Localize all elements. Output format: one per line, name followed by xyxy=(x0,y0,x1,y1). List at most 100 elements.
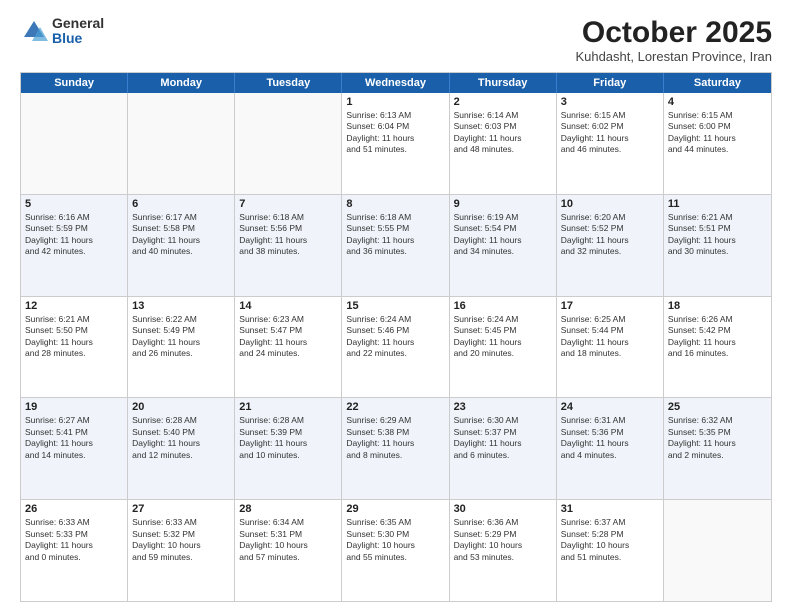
day-cell-12: 12 Sunrise: 6:21 AMSunset: 5:50 PMDayligh… xyxy=(21,297,128,398)
day-number-15: 15 xyxy=(346,300,444,312)
logo-blue-label: Blue xyxy=(52,31,104,46)
day-cell-5: 5Sunrise: 6:16 AMSunset: 5:59 PMDaylight… xyxy=(21,195,128,296)
logo-text: General Blue xyxy=(52,16,104,47)
day-info-21: Sunrise: 6:28 AMSunset: 5:39 PMDaylight:… xyxy=(239,415,337,461)
empty-cell-w0-d2 xyxy=(235,93,342,194)
day-info-10: Sunrise: 6:20 AMSunset: 5:52 PMDaylight:… xyxy=(561,212,659,258)
day-cell-3: 3Sunrise: 6:15 AMSunset: 6:02 PMDaylight… xyxy=(557,93,664,194)
day-number-9: 9 xyxy=(454,198,552,210)
day-number-29: 29 xyxy=(346,503,444,515)
day-cell-18: 18 Sunrise: 6:26 AMSunset: 5:42 PMDayligh… xyxy=(664,297,771,398)
day-info-27: Sunrise: 6:33 AMSunset: 5:32 PMDaylight:… xyxy=(132,517,230,563)
day-cell-20: 20 Sunrise: 6:28 AMSunset: 5:40 PMDayligh… xyxy=(128,398,235,499)
day-number-18: 18 xyxy=(668,300,767,312)
day-cell-10: 10Sunrise: 6:20 AMSunset: 5:52 PMDayligh… xyxy=(557,195,664,296)
day-number-16: 16 xyxy=(454,300,552,312)
logo: General Blue xyxy=(20,16,104,47)
title-block: October 2025 Kuhdasht, Lorestan Province… xyxy=(575,16,772,64)
day-cell-1: 1Sunrise: 6:13 AMSunset: 6:04 PMDaylight… xyxy=(342,93,449,194)
day-info-24: Sunrise: 6:31 AMSunset: 5:36 PMDaylight:… xyxy=(561,415,659,461)
day-info-7: Sunrise: 6:18 AMSunset: 5:56 PMDaylight:… xyxy=(239,212,337,258)
week-row-5: 26 Sunrise: 6:33 AMSunset: 5:33 PMDayligh… xyxy=(21,499,771,601)
day-info-20: Sunrise: 6:28 AMSunset: 5:40 PMDaylight:… xyxy=(132,415,230,461)
day-cell-25: 25 Sunrise: 6:32 AMSunset: 5:35 PMDayligh… xyxy=(664,398,771,499)
day-info-25: Sunrise: 6:32 AMSunset: 5:35 PMDaylight:… xyxy=(668,415,767,461)
day-number-4: 4 xyxy=(668,96,767,108)
month-title: October 2025 xyxy=(575,16,772,49)
day-cell-13: 13 Sunrise: 6:22 AMSunset: 5:49 PMDayligh… xyxy=(128,297,235,398)
day-info-26: Sunrise: 6:33 AMSunset: 5:33 PMDaylight:… xyxy=(25,517,123,563)
day-cell-17: 17 Sunrise: 6:25 AMSunset: 5:44 PMDayligh… xyxy=(557,297,664,398)
day-number-28: 28 xyxy=(239,503,337,515)
day-cell-19: 19 Sunrise: 6:27 AMSunset: 5:41 PMDayligh… xyxy=(21,398,128,499)
day-number-1: 1 xyxy=(346,96,444,108)
day-cell-15: 15 Sunrise: 6:24 AMSunset: 5:46 PMDayligh… xyxy=(342,297,449,398)
day-info-2: Sunrise: 6:14 AMSunset: 6:03 PMDaylight:… xyxy=(454,110,552,156)
day-info-15: Sunrise: 6:24 AMSunset: 5:46 PMDaylight:… xyxy=(346,314,444,360)
day-number-7: 7 xyxy=(239,198,337,210)
day-cell-27: 27Sunrise: 6:33 AMSunset: 5:32 PMDayligh… xyxy=(128,500,235,601)
header-wednesday: Wednesday xyxy=(342,73,449,93)
week-row-3: 12 Sunrise: 6:21 AMSunset: 5:50 PMDayligh… xyxy=(21,296,771,398)
day-number-6: 6 xyxy=(132,198,230,210)
day-cell-4: 4 Sunrise: 6:15 AMSunset: 6:00 PMDaylight… xyxy=(664,93,771,194)
day-number-24: 24 xyxy=(561,401,659,413)
day-number-19: 19 xyxy=(25,401,123,413)
day-number-14: 14 xyxy=(239,300,337,312)
day-cell-16: 16 Sunrise: 6:24 AMSunset: 5:45 PMDayligh… xyxy=(450,297,557,398)
day-info-9: Sunrise: 6:19 AMSunset: 5:54 PMDaylight:… xyxy=(454,212,552,258)
day-info-18: Sunrise: 6:26 AMSunset: 5:42 PMDaylight:… xyxy=(668,314,767,360)
header-saturday: Saturday xyxy=(664,73,771,93)
header-thursday: Thursday xyxy=(450,73,557,93)
empty-cell-w4-d6 xyxy=(664,500,771,601)
day-number-31: 31 xyxy=(561,503,659,515)
day-cell-30: 30 Sunrise: 6:36 AMSunset: 5:29 PMDayligh… xyxy=(450,500,557,601)
day-info-12: Sunrise: 6:21 AMSunset: 5:50 PMDaylight:… xyxy=(25,314,123,360)
page: General Blue October 2025 Kuhdasht, Lore… xyxy=(0,0,792,612)
day-number-8: 8 xyxy=(346,198,444,210)
header-tuesday: Tuesday xyxy=(235,73,342,93)
subtitle: Kuhdasht, Lorestan Province, Iran xyxy=(575,49,772,64)
logo-general-label: General xyxy=(52,16,104,31)
day-cell-21: 21Sunrise: 6:28 AMSunset: 5:39 PMDayligh… xyxy=(235,398,342,499)
day-number-30: 30 xyxy=(454,503,552,515)
day-cell-24: 24 Sunrise: 6:31 AMSunset: 5:36 PMDayligh… xyxy=(557,398,664,499)
day-info-29: Sunrise: 6:35 AMSunset: 5:30 PMDaylight:… xyxy=(346,517,444,563)
day-number-26: 26 xyxy=(25,503,123,515)
day-number-17: 17 xyxy=(561,300,659,312)
day-cell-9: 9 Sunrise: 6:19 AMSunset: 5:54 PMDaylight… xyxy=(450,195,557,296)
day-cell-6: 6 Sunrise: 6:17 AMSunset: 5:58 PMDaylight… xyxy=(128,195,235,296)
empty-cell-w0-d1 xyxy=(128,93,235,194)
day-cell-31: 31 Sunrise: 6:37 AMSunset: 5:28 PMDayligh… xyxy=(557,500,664,601)
week-row-4: 19 Sunrise: 6:27 AMSunset: 5:41 PMDayligh… xyxy=(21,397,771,499)
day-info-16: Sunrise: 6:24 AMSunset: 5:45 PMDaylight:… xyxy=(454,314,552,360)
day-number-2: 2 xyxy=(454,96,552,108)
day-cell-29: 29 Sunrise: 6:35 AMSunset: 5:30 PMDayligh… xyxy=(342,500,449,601)
day-info-17: Sunrise: 6:25 AMSunset: 5:44 PMDaylight:… xyxy=(561,314,659,360)
day-info-30: Sunrise: 6:36 AMSunset: 5:29 PMDaylight:… xyxy=(454,517,552,563)
calendar-header: Sunday Monday Tuesday Wednesday Thursday… xyxy=(21,73,771,93)
day-number-3: 3 xyxy=(561,96,659,108)
day-info-31: Sunrise: 6:37 AMSunset: 5:28 PMDaylight:… xyxy=(561,517,659,563)
day-cell-22: 22Sunrise: 6:29 AMSunset: 5:38 PMDayligh… xyxy=(342,398,449,499)
day-info-19: Sunrise: 6:27 AMSunset: 5:41 PMDaylight:… xyxy=(25,415,123,461)
day-info-13: Sunrise: 6:22 AMSunset: 5:49 PMDaylight:… xyxy=(132,314,230,360)
day-cell-7: 7 Sunrise: 6:18 AMSunset: 5:56 PMDaylight… xyxy=(235,195,342,296)
day-number-5: 5 xyxy=(25,198,123,210)
header-monday: Monday xyxy=(128,73,235,93)
day-number-12: 12 xyxy=(25,300,123,312)
day-cell-28: 28Sunrise: 6:34 AMSunset: 5:31 PMDayligh… xyxy=(235,500,342,601)
day-number-25: 25 xyxy=(668,401,767,413)
day-number-13: 13 xyxy=(132,300,230,312)
day-cell-14: 14Sunrise: 6:23 AMSunset: 5:47 PMDayligh… xyxy=(235,297,342,398)
day-info-6: Sunrise: 6:17 AMSunset: 5:58 PMDaylight:… xyxy=(132,212,230,258)
day-info-23: Sunrise: 6:30 AMSunset: 5:37 PMDaylight:… xyxy=(454,415,552,461)
day-number-23: 23 xyxy=(454,401,552,413)
day-cell-23: 23 Sunrise: 6:30 AMSunset: 5:37 PMDayligh… xyxy=(450,398,557,499)
day-info-4: Sunrise: 6:15 AMSunset: 6:00 PMDaylight:… xyxy=(668,110,767,156)
calendar-body: 1Sunrise: 6:13 AMSunset: 6:04 PMDaylight… xyxy=(21,93,771,601)
header-friday: Friday xyxy=(557,73,664,93)
day-number-20: 20 xyxy=(132,401,230,413)
day-info-11: Sunrise: 6:21 AMSunset: 5:51 PMDaylight:… xyxy=(668,212,767,258)
week-row-1: 1Sunrise: 6:13 AMSunset: 6:04 PMDaylight… xyxy=(21,93,771,194)
